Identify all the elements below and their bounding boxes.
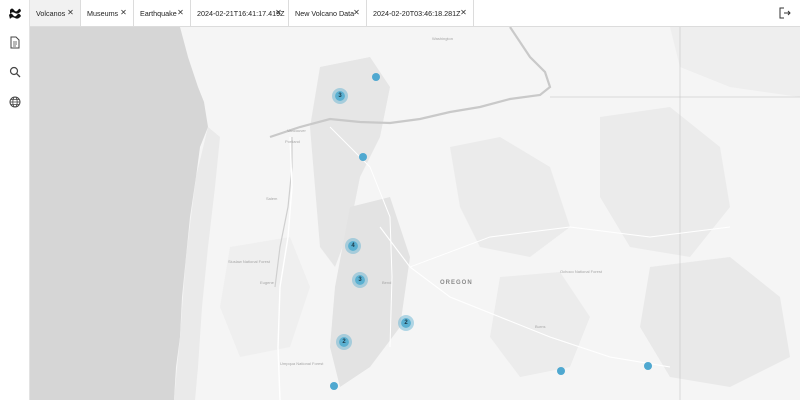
place-label-umpqua: Umpqua National Forest — [280, 361, 324, 366]
marker-cluster[interactable]: 3 — [332, 88, 348, 104]
tab-museums[interactable]: Museums ✕ — [81, 0, 134, 26]
tab-timestamp-1[interactable]: 2024-02-21T16:41:17.419Z ✕ — [191, 0, 289, 26]
place-label-eugene: Eugene — [260, 280, 274, 285]
honeycomb-logo-icon[interactable] — [7, 6, 23, 22]
tab-bar: Volcanos ✕ Museums ✕ Earthquake ✕ 2024-0… — [30, 0, 800, 27]
search-icon[interactable] — [7, 64, 23, 80]
tab-label: 2024-02-20T03:46:18.281Z — [373, 8, 461, 18]
close-icon[interactable]: ✕ — [177, 8, 184, 17]
close-icon[interactable]: ✕ — [275, 8, 282, 17]
volcano-marker[interactable] — [330, 382, 338, 390]
volcano-marker[interactable] — [372, 73, 380, 81]
place-label-ochoco: Ochoco National Forest — [560, 269, 603, 274]
tab-label: Earthquake — [140, 8, 177, 18]
volcano-marker[interactable] — [557, 367, 565, 375]
tab-earthquake[interactable]: Earthquake ✕ — [134, 0, 191, 26]
cluster-count: 3 — [358, 277, 362, 283]
close-icon[interactable]: ✕ — [353, 8, 360, 17]
close-icon[interactable]: ✕ — [460, 8, 467, 17]
tab-timestamp-2[interactable]: 2024-02-20T03:46:18.281Z ✕ — [367, 0, 474, 26]
close-icon[interactable]: ✕ — [67, 8, 74, 17]
cluster-count: 3 — [338, 93, 342, 99]
cluster-count: 2 — [404, 320, 408, 326]
map-basemap — [30, 27, 800, 400]
place-label-siuslaw: Siuslaw National Forest — [228, 259, 271, 264]
place-label-vancouver: Vancouver — [287, 128, 306, 133]
close-icon[interactable]: ✕ — [120, 8, 127, 17]
document-icon[interactable] — [7, 34, 23, 50]
tab-label: Museums — [87, 8, 119, 18]
place-label-bend: Bend — [382, 280, 392, 285]
volcano-marker[interactable] — [644, 362, 652, 370]
place-label-portland: Portland — [285, 139, 300, 144]
place-label-washington: Washington — [432, 36, 453, 41]
tab-label: Volcanos — [36, 8, 66, 18]
tab-label: New Volcano Data — [295, 8, 355, 18]
marker-cluster[interactable]: 2 — [398, 315, 414, 331]
state-label: OREGON — [440, 280, 473, 286]
globe-icon[interactable] — [7, 94, 23, 110]
cluster-count: 2 — [342, 339, 346, 345]
marker-cluster[interactable]: 4 — [345, 238, 361, 254]
tab-volcanos[interactable]: Volcanos ✕ — [30, 0, 81, 26]
logout-icon[interactable] — [778, 6, 792, 20]
volcano-marker[interactable] — [359, 153, 367, 161]
marker-cluster[interactable]: 3 — [352, 272, 368, 288]
tab-new-volcano-data[interactable]: New Volcano Data ✕ — [289, 0, 367, 26]
tab-label: 2024-02-21T16:41:17.419Z — [197, 8, 285, 18]
cluster-count: 4 — [351, 243, 355, 249]
left-rail — [0, 0, 30, 400]
place-label-salem: Salem — [266, 196, 278, 201]
map-canvas[interactable]: OREGON Vancouver Portland Salem Eugene B… — [30, 27, 800, 400]
marker-cluster[interactable]: 2 — [336, 334, 352, 350]
place-label-burns: Burns — [535, 324, 546, 329]
